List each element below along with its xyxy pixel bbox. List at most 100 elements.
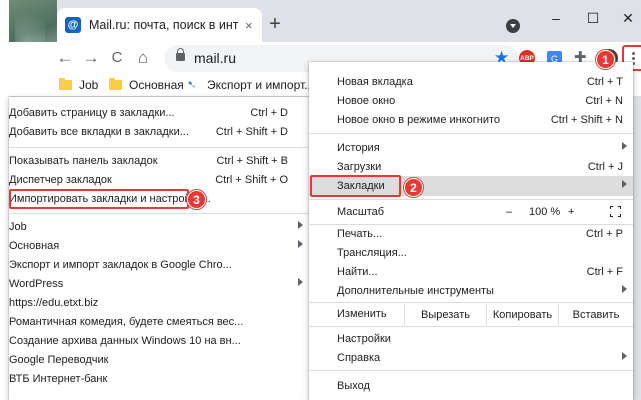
settings-item[interactable]: Настройки [309,329,633,348]
bookmark-manager-item[interactable]: Диспетчер закладок Ctrl + Shift + O [9,170,309,189]
show-bookmarks-bar-item[interactable]: Показывать панель закладок Ctrl + Shift … [9,151,309,170]
bookmark-page-icon: ➷ [187,79,197,91]
tab-search-icon[interactable] [506,19,520,33]
zoom-out-button[interactable]: – [506,206,512,218]
exit-item[interactable]: Выход [309,376,633,395]
bookmark-export-import[interactable]: ➷ Экспорт и импорт... [187,78,314,92]
zoom-in-button[interactable]: + [568,206,574,218]
menu-item-label: Основная [9,240,60,252]
menu-divider [309,199,633,200]
menu-divider [9,213,309,214]
menu-divider [9,147,309,148]
downloads-item[interactable]: Загрузки Ctrl + J [309,157,633,176]
bookmark-link-item[interactable]: Создание архива данных Windows 10 на вн.… [9,331,309,350]
menu-item-label: ВТБ Интернет-банк [9,373,108,385]
shortcut-label: Ctrl + Shift + D [215,126,288,138]
history-item[interactable]: История [309,138,633,157]
screenshot-frame: @ Mail.ru: почта, поиск в интернет × + –… [0,0,641,400]
menu-divider [309,370,633,371]
shortcut-label: Ctrl + Shift + O [215,174,288,186]
tab-close-icon[interactable]: × [245,18,253,33]
menu-item-label: Добавить страницу в закладки... [9,107,175,119]
paste-button[interactable]: Вставить [558,304,633,325]
menu-item-label: Диспетчер закладок [9,174,112,186]
menu-item-label: Добавить все вкладки в закладки... [9,126,189,138]
add-all-tabs-bookmark-item[interactable]: Добавить все вкладки в закладки... Ctrl … [9,122,309,141]
lock-icon [176,48,185,61]
bookmark-link-item[interactable]: Романтичная комедия, будете смеяться вес… [9,312,309,331]
bookmark-link-item[interactable]: https://edu.etxt.biz [9,293,309,312]
step-badge-2: 2 [404,178,423,197]
bookmark-folder-main-item[interactable]: Основная [9,236,309,255]
tab-title: Mail.ru: почта, поиск в интернет [89,18,239,32]
bookmark-link-item[interactable]: Google Переводчик [9,350,309,369]
edit-row: Изменить Вырезать Копировать Вставить [309,304,633,325]
zoom-row: Масштаб – 100 % + [309,202,633,221]
help-item[interactable]: Справка [309,348,633,367]
menu-item-label: WordPress [9,278,64,290]
submenu-arrow-icon [298,240,303,248]
menu-item-label: Дополнительные инструменты [337,285,494,297]
cut-button[interactable]: Вырезать [404,304,486,325]
bookmark-link-item[interactable]: ВТБ Интернет-банк [9,369,309,388]
mailru-favicon-icon: @ [65,17,81,33]
menu-item-label: Настройки [337,333,391,345]
menu-item-label: Новое окно в режиме инкогнито [337,114,501,126]
bookmark-link-item[interactable]: Экспорт и импорт закладок в Google Chro.… [9,255,309,274]
bookmark-folder-job[interactable]: Job [59,78,98,92]
find-item[interactable]: Найти... Ctrl + F [309,262,633,281]
menu-divider [309,326,633,327]
copy-button[interactable]: Копировать [486,304,558,325]
menu-item-label: Романтичная комедия, будете смеяться вес… [9,316,244,328]
bookmark-label: Job [79,78,99,92]
more-tools-item[interactable]: Дополнительные инструменты [309,281,633,300]
bookmark-folder-main[interactable]: Основная [109,78,184,92]
add-page-bookmark-item[interactable]: Добавить страницу в закладки... Ctrl + D [9,103,309,122]
menu-item-label: Изменить [337,308,387,320]
menu-item-label: Google Переводчик [9,354,109,366]
incognito-window-item[interactable]: Новое окно в режиме инкогнито Ctrl + Shi… [309,110,633,129]
menu-dot-icon [631,51,635,55]
menu-item-label: Экспорт и импорт закладок в Google Chro.… [9,259,232,271]
menu-item-label: Справка [337,352,381,364]
shortcut-label: Ctrl + F [586,266,623,278]
menu-item-label: Печать... [337,228,383,240]
browser-tab[interactable]: @ Mail.ru: почта, поиск в интернет × [57,8,262,42]
submenu-arrow-icon [298,221,303,229]
menu-dot-icon [631,56,635,60]
menu-item-label: Выход [337,380,370,392]
back-arrow-icon[interactable]: ← [55,49,75,67]
reload-icon[interactable]: C [107,49,127,67]
new-tab-button[interactable]: + [264,14,286,34]
menu-item-label: Показывать панель закладок [9,155,158,167]
submenu-arrow-icon [298,278,303,286]
home-icon[interactable]: ⌂ [133,49,153,67]
new-tab-item[interactable]: Новая вкладка Ctrl + T [309,72,633,91]
menu-divider [309,302,633,303]
bookmarks-submenu: Добавить страницу в закладки... Ctrl + D… [9,97,309,400]
print-item[interactable]: Печать... Ctrl + P [309,224,633,243]
menu-divider [309,133,633,134]
shortcut-label: Ctrl + Shift + N [550,114,623,126]
submenu-arrow-icon [622,180,627,188]
shortcut-label: Ctrl + T [586,76,623,88]
forward-arrow-icon[interactable]: → [81,49,101,67]
cast-item[interactable]: Трансляция... [309,243,633,262]
menu-item-label: https://edu.etxt.biz [9,297,99,309]
step-badge-3: 3 [187,190,206,209]
maximize-button[interactable]: ☐ [583,10,603,27]
minimize-button[interactable]: – [546,10,566,26]
window-close-button[interactable]: ✕ [618,10,638,27]
fullscreen-icon[interactable] [610,206,621,217]
folder-icon [109,78,122,90]
bookmark-label: Основная [129,78,184,92]
bookmark-folder-wordpress-item[interactable]: WordPress [9,274,309,293]
folder-icon [59,78,72,90]
bookmark-folder-job-item[interactable]: Job [9,217,309,236]
shortcut-label: Ctrl + N [585,95,623,107]
submenu-arrow-icon [622,285,627,293]
chrome-main-menu: Новая вкладка Ctrl + T Новое окно Ctrl +… [309,62,633,400]
menu-item-label: Создание архива данных Windows 10 на вн.… [9,335,241,347]
shortcut-label: Ctrl + D [250,107,288,119]
new-window-item[interactable]: Новое окно Ctrl + N [309,91,633,110]
